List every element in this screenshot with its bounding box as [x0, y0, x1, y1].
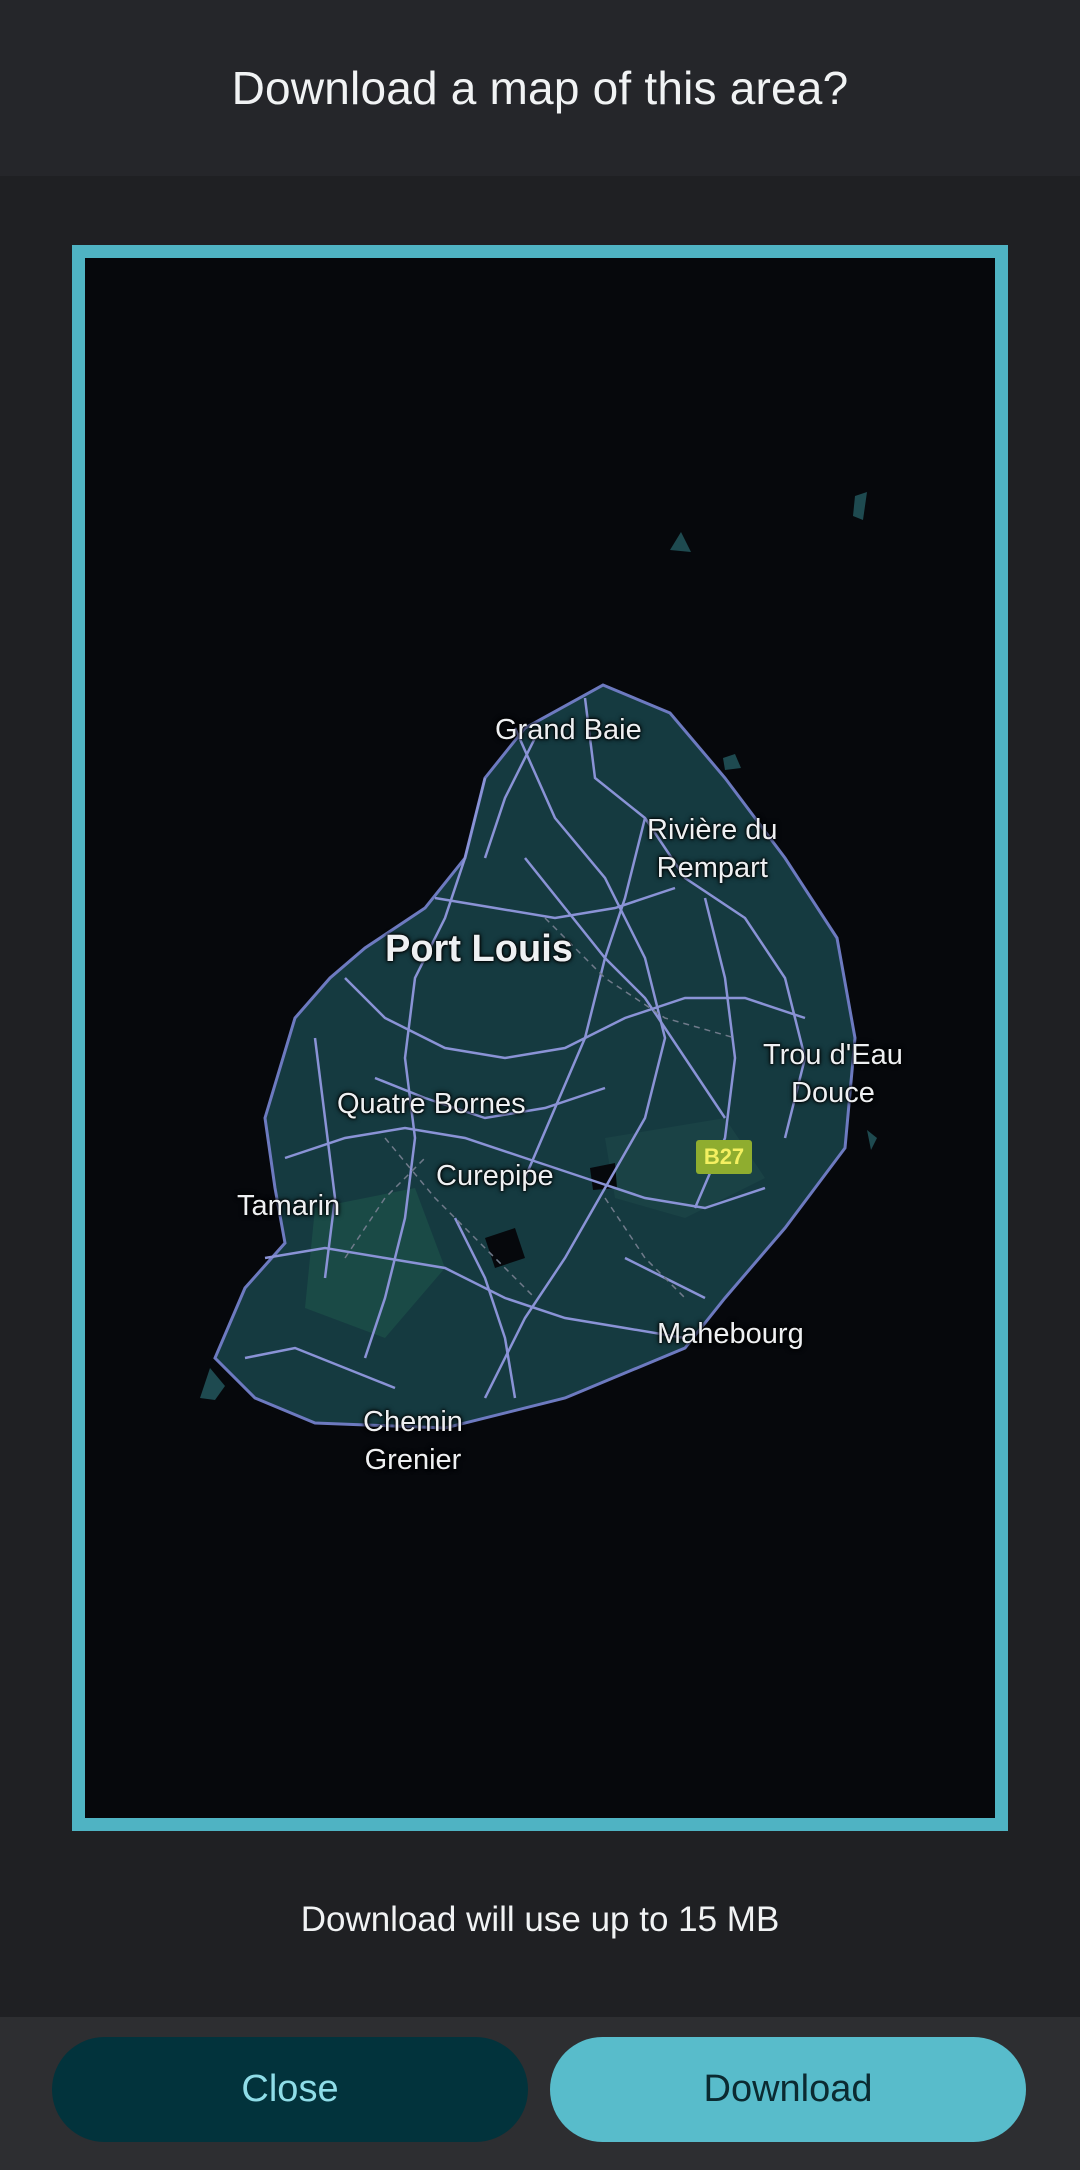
- map-label-quatre-bornes: Quatre Bornes: [337, 1088, 526, 1120]
- map-label-mahebourg: Mahebourg: [657, 1318, 804, 1350]
- map-selection-frame[interactable]: Grand Baie Rivière du Rempart Port Louis…: [72, 245, 1008, 1831]
- map-label-curepipe: Curepipe: [436, 1160, 554, 1192]
- dialog-header: Download a map of this area?: [0, 0, 1080, 176]
- islet-north-east: [853, 492, 867, 520]
- dialog-title: Download a map of this area?: [231, 62, 849, 114]
- map-label-line: Grenier: [364, 1444, 462, 1476]
- map-label-grand-baie: Grand Baie: [495, 714, 642, 746]
- download-size-note: Download will use up to 15 MB: [300, 1900, 780, 1939]
- map-label-line: Chemin: [363, 1406, 463, 1438]
- islet-west: [200, 1368, 225, 1400]
- islet-north: [670, 532, 691, 552]
- map-label-line: Rivière du: [647, 814, 778, 846]
- map-label-line: Douce: [791, 1077, 875, 1109]
- islet-south-east: [867, 1130, 877, 1150]
- close-button[interactable]: Close: [52, 2037, 528, 2142]
- map-label-port-louis: Port Louis: [385, 928, 573, 970]
- map-label-trou-deau-douce: Trou d'Eau Douce: [763, 1036, 903, 1112]
- map-label-chemin-grenier: Chemin Grenier: [363, 1403, 463, 1479]
- map-label-line: Rempart: [656, 852, 768, 884]
- road-shield-b27: B27: [696, 1140, 752, 1174]
- map-label-riviere-du-rempart: Rivière du Rempart: [647, 811, 778, 887]
- map-label-tamarin: Tamarin: [237, 1190, 341, 1222]
- islet-east: [723, 754, 741, 770]
- download-button[interactable]: Download: [550, 2037, 1026, 2142]
- dialog-footer: Close Download: [0, 2017, 1080, 2170]
- map-label-line: Trou d'Eau: [763, 1039, 903, 1071]
